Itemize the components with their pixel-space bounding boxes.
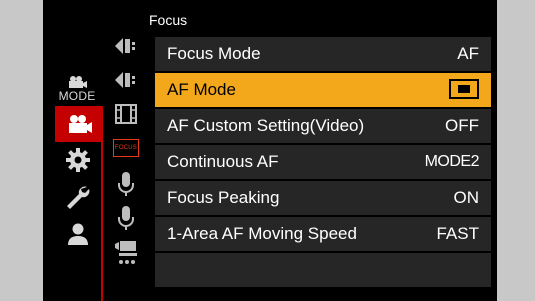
gear-icon <box>66 148 90 172</box>
menu-item-label: AF Mode <box>167 80 236 99</box>
wrench-icon <box>67 186 90 209</box>
menu-item-value: MODE2 <box>424 153 480 170</box>
right-bezel <box>497 0 535 301</box>
menu-list: Focus Mode AF AF Mode AF Custom Setting(… <box>155 37 491 287</box>
menu-item-label: 1-Area AF Moving Speed <box>167 224 357 243</box>
video-camera-icon <box>69 75 87 88</box>
subtab-focus[interactable]: FOCUS <box>112 134 140 162</box>
subtab-image-format[interactable] <box>112 66 140 94</box>
subtab-audio-2[interactable] <box>112 204 140 232</box>
microphone-icon <box>118 172 134 196</box>
menu-item-value: FAST <box>436 224 479 243</box>
file-arrow-icon <box>115 72 135 88</box>
subtab-image-quality-film[interactable] <box>112 100 140 128</box>
tab-mode[interactable]: MODE <box>57 72 97 104</box>
subtab-image-quality[interactable] <box>112 32 140 60</box>
menu-item-label: Continuous AF <box>167 152 279 171</box>
file-arrow-icon <box>115 38 135 54</box>
subtab-audio[interactable] <box>112 170 140 198</box>
menu-item-empty <box>155 251 491 287</box>
menu-item-value: OFF <box>445 116 479 135</box>
left-bezel <box>0 0 43 301</box>
mode-label: MODE <box>58 88 96 103</box>
film-strip-icon <box>115 104 137 124</box>
menu-item-value: ON <box>453 188 480 207</box>
tab-setup[interactable] <box>60 180 96 216</box>
video-more-icon <box>115 241 137 264</box>
active-tab-indicator-line <box>101 106 103 301</box>
menu-item-value: AF <box>457 44 479 63</box>
single-area-af-icon <box>449 79 479 99</box>
tab-custom[interactable] <box>60 142 96 178</box>
menu-item-focus-peaking[interactable]: Focus Peaking ON <box>155 179 491 215</box>
menu-item-af-mode[interactable]: AF Mode <box>155 71 491 107</box>
tab-video[interactable] <box>55 106 103 142</box>
page-title: Focus <box>149 12 188 28</box>
subtab-more[interactable] <box>112 238 140 272</box>
focus-tab-icon: FOCUS <box>113 139 139 157</box>
microphone-icon <box>118 206 134 230</box>
menu-item-af-moving-speed[interactable]: 1-Area AF Moving Speed FAST <box>155 215 491 251</box>
video-camera-icon <box>69 115 92 133</box>
tab-my-menu[interactable] <box>60 216 96 252</box>
menu-item-label: Focus Peaking <box>167 188 280 207</box>
menu-item-af-custom-setting[interactable]: AF Custom Setting(Video) OFF <box>155 107 491 143</box>
menu-item-focus-mode[interactable]: Focus Mode AF <box>155 37 491 71</box>
person-icon <box>68 223 88 245</box>
menu-item-label: Focus Mode <box>167 44 261 63</box>
menu-item-continuous-af[interactable]: Continuous AF MODE2 <box>155 143 491 179</box>
menu-item-label: AF Custom Setting(Video) <box>167 116 365 135</box>
